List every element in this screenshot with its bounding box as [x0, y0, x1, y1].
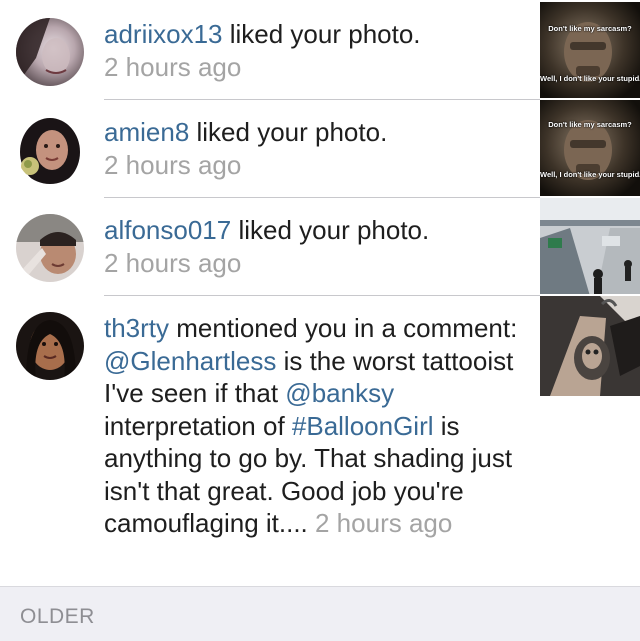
action-text: liked your photo. [231, 215, 430, 245]
notification-text: adriixox13 liked your photo. 2 hours ago [104, 18, 524, 83]
action-text: mentioned you in a comment: [169, 313, 518, 343]
thumbnail-bottom-caption: Well, I don't like your stupid. [540, 74, 640, 83]
avatar[interactable] [16, 214, 84, 282]
photo-thumbnail[interactable]: Don't like my sarcasm? Well, I don't lik… [540, 100, 640, 196]
hashtag-link[interactable]: #BalloonGirl [292, 411, 434, 441]
username-link[interactable]: adriixox13 [104, 19, 223, 49]
timestamp: 2 hours ago [104, 247, 242, 278]
list-item[interactable]: th3rty mentioned you in a comment: @Glen… [0, 296, 640, 586]
list-item[interactable]: amien8 liked your photo. 2 hours ago Don… [0, 100, 640, 198]
mention-link[interactable]: @banksy [285, 378, 394, 408]
timestamp: 2 hours ago [315, 508, 453, 538]
list-item[interactable]: alfonso017 liked your photo. 2 hours ago [0, 198, 640, 296]
thumbnail-top-caption: Don't like my sarcasm? [548, 120, 632, 129]
avatar[interactable] [16, 116, 84, 184]
photo-thumbnail[interactable] [540, 296, 640, 396]
avatar[interactable] [16, 18, 84, 86]
timestamp: 2 hours ago [104, 51, 242, 82]
avatar[interactable] [16, 312, 84, 380]
username-link[interactable]: amien8 [104, 117, 189, 147]
username-link[interactable]: alfonso017 [104, 215, 231, 245]
notification-text: alfonso017 liked your photo. 2 hours ago [104, 214, 524, 279]
username-link[interactable]: th3rty [104, 313, 169, 343]
action-text: liked your photo. [222, 19, 421, 49]
thumbnail-bottom-caption: Well, I don't like your stupid. [540, 170, 640, 179]
photo-thumbnail[interactable]: Don't like my sarcasm? Well, I don't lik… [540, 2, 640, 98]
photo-thumbnail[interactable] [540, 198, 640, 294]
comment-text: interpretation of [104, 410, 292, 441]
footer-bar: OLDER [0, 586, 640, 641]
mention-link[interactable]: @Glenhartless [104, 346, 276, 376]
notification-text: th3rty mentioned you in a comment: @Glen… [104, 312, 524, 540]
action-text: liked your photo. [189, 117, 388, 147]
list-item[interactable]: adriixox13 liked your photo. 2 hours ago… [0, 0, 640, 100]
notification-text: amien8 liked your photo. 2 hours ago [104, 116, 524, 181]
older-button[interactable]: OLDER [20, 605, 95, 629]
thumbnail-top-caption: Don't like my sarcasm? [548, 24, 632, 33]
timestamp: 2 hours ago [104, 149, 242, 180]
